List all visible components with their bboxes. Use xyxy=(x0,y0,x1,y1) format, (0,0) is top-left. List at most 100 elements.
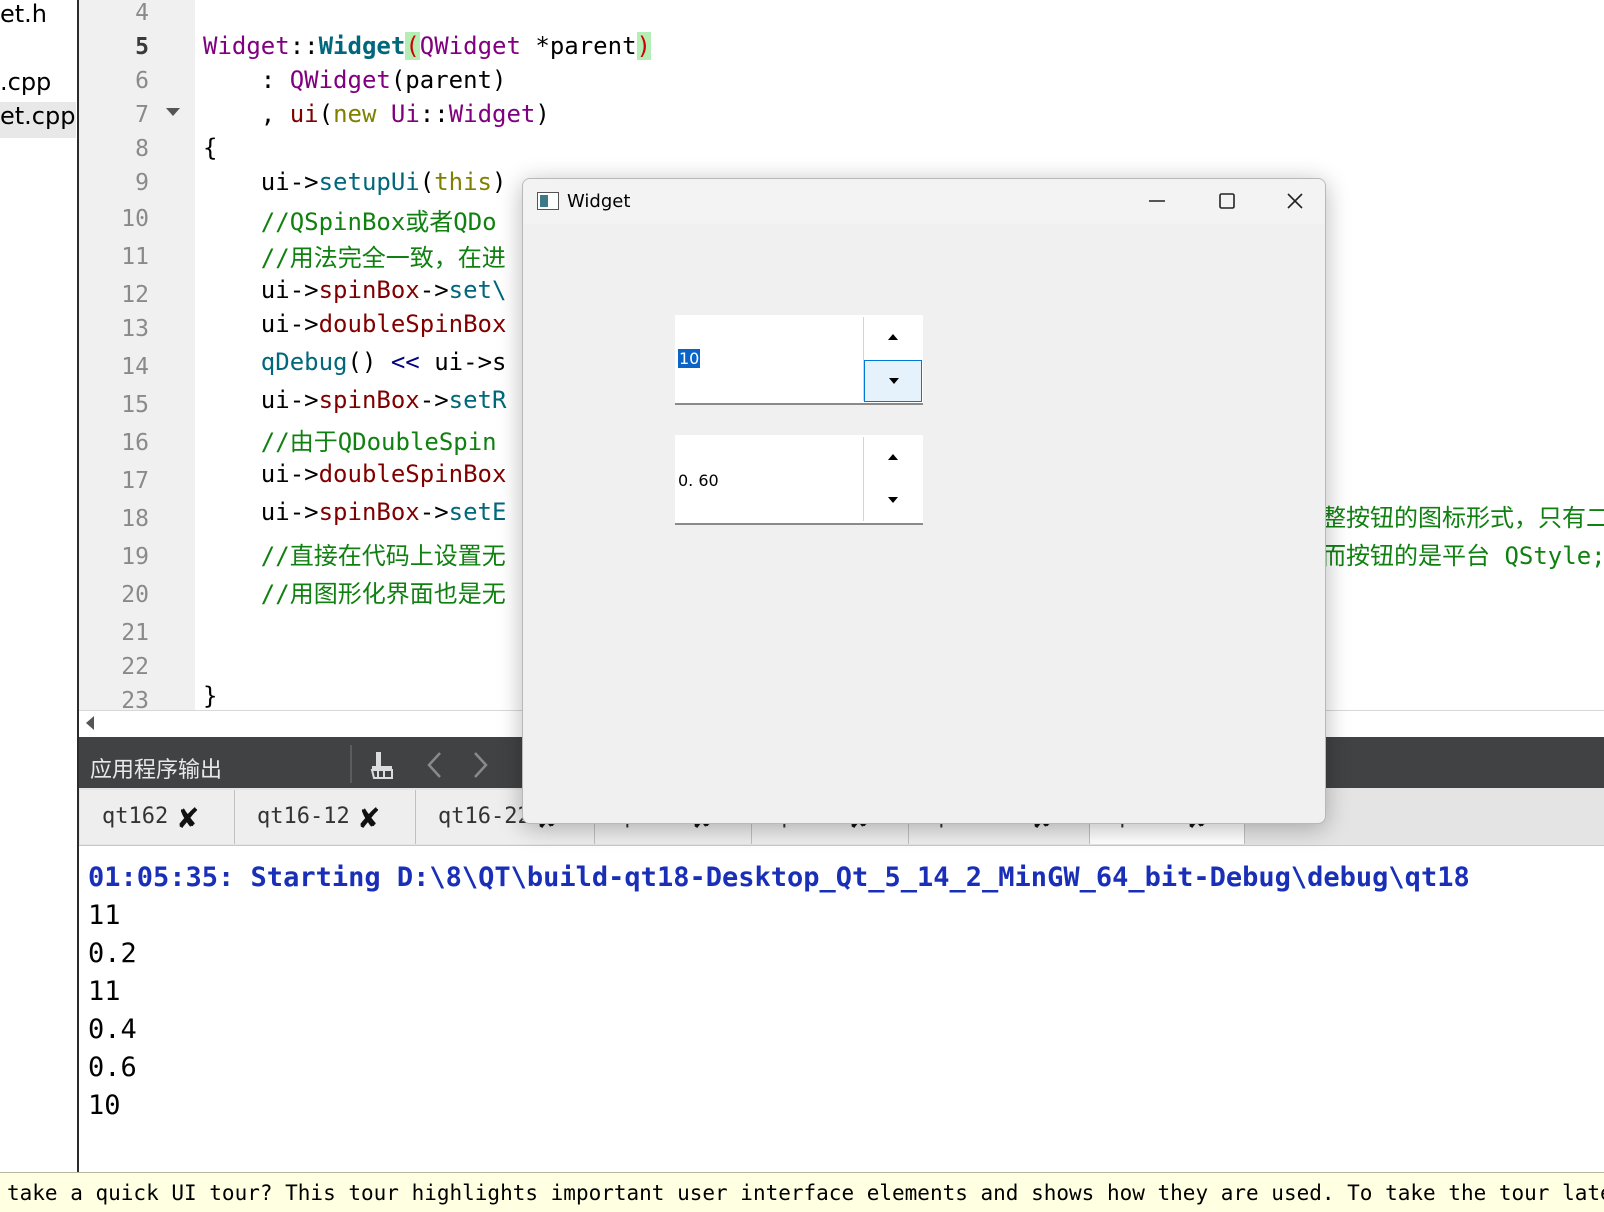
close-tab-icon[interactable]: ✘ xyxy=(357,802,380,835)
close-icon[interactable] xyxy=(1265,179,1325,224)
clear-output-icon[interactable] xyxy=(370,750,400,780)
code-token: ( xyxy=(405,32,420,60)
toolbar-separator xyxy=(350,745,352,783)
scroll-left-arrow-icon[interactable] xyxy=(86,716,94,730)
code-line-5[interactable]: Widget::Widget(QWidget *parent) xyxy=(203,32,651,60)
arrow-up-icon xyxy=(888,454,898,460)
code-line-9[interactable]: ui->setupUi(this) xyxy=(203,168,507,196)
line-number: 9 xyxy=(135,170,149,196)
code-token: ui-> xyxy=(203,386,319,414)
tab-label: qt16-12 xyxy=(257,804,350,829)
code-token: : xyxy=(203,66,290,94)
code-line-18[interactable]: ui->spinBox->setE xyxy=(203,498,507,526)
line-number: 7 xyxy=(135,102,149,128)
arrow-down-icon xyxy=(889,378,899,384)
maximize-icon[interactable] xyxy=(1197,179,1257,224)
window-icon-fill xyxy=(540,195,548,207)
spin-box-value[interactable]: 10 xyxy=(678,349,701,368)
arrow-down-icon xyxy=(888,497,898,503)
spin-box-down-button[interactable] xyxy=(864,360,922,402)
spin-box-up-button[interactable] xyxy=(864,317,922,359)
code-token: -> xyxy=(419,386,449,414)
code-token: new xyxy=(333,100,377,128)
code-token: setupUi xyxy=(318,168,420,196)
code-line-19[interactable]: //直接在代码上设置无 xyxy=(203,536,506,571)
application-output[interactable] xyxy=(79,846,1604,1172)
double-spin-box-down-button[interactable] xyxy=(864,480,922,521)
fold-arrow-icon[interactable] xyxy=(166,108,180,116)
code-line-11[interactable]: //用法完全一致，在进 xyxy=(203,238,506,273)
window-title-bar[interactable]: Widget xyxy=(523,179,1325,224)
output-line: 0.6 xyxy=(88,1052,137,1083)
code-line-23[interactable]: } xyxy=(203,682,217,710)
code-token: ui-> xyxy=(203,168,319,196)
spin-box-buttons xyxy=(863,317,922,402)
line-number: 12 xyxy=(121,282,149,308)
project-file-list: et.h .cpp et.cpp xyxy=(0,0,79,1172)
tab-label: qt16-22 xyxy=(438,804,531,829)
code-line-12[interactable]: ui->spinBox->set\ xyxy=(203,276,507,304)
close-tab-icon[interactable]: ✘ xyxy=(176,802,199,835)
output-pane-title: 应用程序输出 xyxy=(90,758,223,783)
file-item-widget-cpp[interactable]: et.cpp xyxy=(0,102,76,138)
code-line-7[interactable]: , ui(new Ui::Widget) xyxy=(203,100,550,128)
line-number: 19 xyxy=(121,544,149,570)
code-token: ) xyxy=(636,32,651,60)
code-token: << xyxy=(390,348,420,376)
widget-window[interactable]: Widget 10 0. 60 xyxy=(522,178,1326,824)
code-token: set\ xyxy=(448,276,507,304)
arrow-up-icon xyxy=(888,334,898,340)
code-token: Ui xyxy=(390,100,420,128)
code-token: spinBox xyxy=(318,386,420,414)
code-line-20[interactable]: //用图形化界面也是无 xyxy=(203,574,506,609)
info-bar-text: take a quick UI tour? This tour highligh… xyxy=(7,1181,1604,1205)
code-token: spinBox xyxy=(318,498,420,526)
code-token: ui-> xyxy=(203,310,319,338)
code-line-10[interactable]: //QSpinBox或者QDo xyxy=(203,202,497,237)
code-line-15[interactable]: ui->spinBox->setR xyxy=(203,386,507,414)
code-line-13[interactable]: ui->doubleSpinBox xyxy=(203,310,507,338)
output-line: 0.2 xyxy=(88,938,137,969)
spin-box[interactable]: 10 xyxy=(675,315,923,405)
file-item-cpp[interactable]: .cpp xyxy=(0,68,51,96)
code-token: -> xyxy=(419,498,449,526)
code-token: ) xyxy=(535,100,550,128)
code-token: Widget xyxy=(203,32,290,60)
window-title: Widget xyxy=(567,191,631,212)
code-token: doubleSpinBox xyxy=(318,460,507,488)
output-line: 11 xyxy=(88,976,121,1007)
double-spin-box-value[interactable]: 0. 60 xyxy=(678,471,719,490)
code-token: qDebug xyxy=(260,348,348,376)
double-spin-box[interactable]: 0. 60 xyxy=(675,435,923,525)
code-token: this xyxy=(434,168,492,196)
code-line-8[interactable]: { xyxy=(203,134,217,162)
code-line-14[interactable]: qDebug() << ui->s xyxy=(203,348,507,376)
double-spin-box-up-button[interactable] xyxy=(864,437,922,479)
code-token: QWidget xyxy=(289,66,391,94)
code-token: ui-> xyxy=(203,498,319,526)
code-line-6[interactable]: : QWidget(parent) xyxy=(203,66,507,94)
line-number: 20 xyxy=(121,582,149,608)
line-number: 11 xyxy=(121,244,149,270)
tab-qt16-12[interactable]: qt16-12 ✘ xyxy=(235,790,416,844)
line-number: 6 xyxy=(135,68,149,94)
code-token: (parent) xyxy=(390,66,507,94)
chevron-left-icon[interactable] xyxy=(425,750,445,780)
code-line-19-tail: 而按钮的是平台 QStyle; xyxy=(1322,542,1604,570)
output-start-line: 01:05:35: Starting D:\8\QT\build-qt18-De… xyxy=(88,862,1470,893)
line-number: 10 xyxy=(121,206,149,232)
tab-qt162[interactable]: qt162 ✘ xyxy=(80,790,235,844)
code-token: QWidget xyxy=(419,32,521,60)
file-item-header[interactable]: et.h xyxy=(0,0,47,28)
chevron-right-icon[interactable] xyxy=(470,750,490,780)
double-spin-box-buttons xyxy=(863,437,922,521)
code-token: -> xyxy=(419,276,449,304)
code-token: setR xyxy=(448,386,507,414)
code-token: , xyxy=(203,100,290,128)
code-line-18-tail: 整按钮的图标形式，只有二 xyxy=(1322,504,1604,532)
code-line-16[interactable]: //由于QDoubleSpin xyxy=(203,422,497,457)
code-token: ui xyxy=(289,100,319,128)
code-line-17[interactable]: ui->doubleSpinBox xyxy=(203,460,507,488)
minimize-icon[interactable] xyxy=(1127,179,1187,224)
line-number: 4 xyxy=(135,0,149,26)
